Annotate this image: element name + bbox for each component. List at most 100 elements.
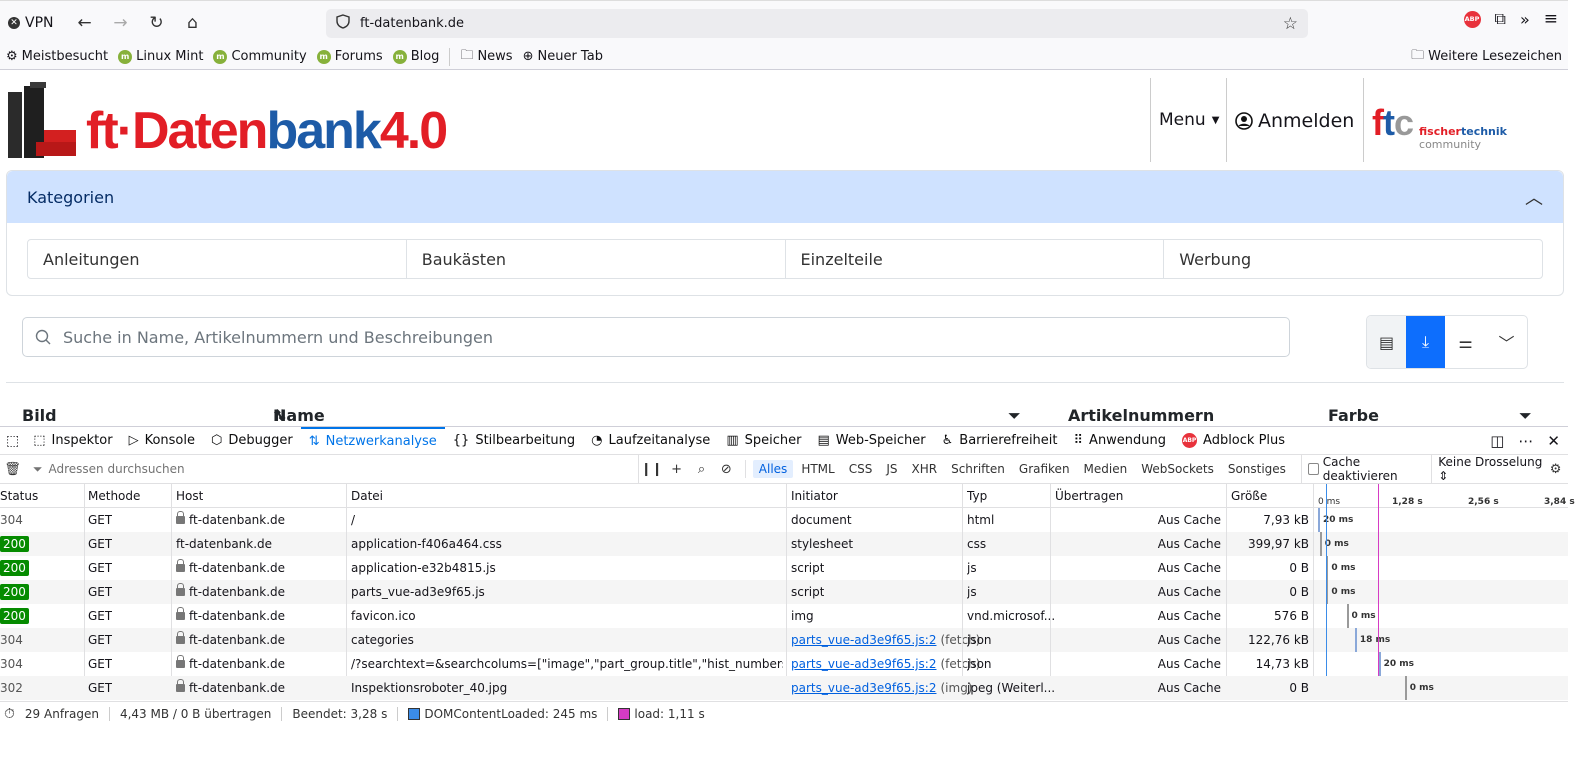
bookmark-linux-mint[interactable]: m Linux Mint: [118, 49, 203, 64]
sort-icon[interactable]: ⇅: [273, 406, 286, 425]
overflow-chevron-icon[interactable]: »: [1520, 10, 1530, 29]
lock-icon: [176, 559, 185, 572]
vpn-indicator[interactable]: ✕ VPN: [8, 15, 54, 31]
table-row[interactable]: 304 GET ft-datenbank.de / document html Aus Ca…: [0, 508, 1568, 532]
devtools-tab-anwendung[interactable]: ⠿ Anwendung: [1066, 427, 1175, 455]
throttle-select[interactable]: Keine Drosselung ⇕: [1431, 455, 1543, 483]
search-input[interactable]: Suche in Name, Artikelnummern und Beschr…: [22, 317, 1290, 357]
extensions-icon[interactable]: ⧉: [1495, 9, 1506, 29]
category-einzelteile[interactable]: Einzelteile: [786, 240, 1165, 278]
hamburger-menu-icon[interactable]: ≡: [1544, 9, 1558, 29]
element-picker-icon[interactable]: ⬚: [0, 433, 25, 449]
adblock-plus-icon[interactable]: ABP: [1463, 10, 1481, 28]
header-size[interactable]: Größe: [1231, 484, 1267, 508]
status-code: 200: [0, 608, 29, 624]
table-row[interactable]: 200 GET ft-datenbank.de application-f406a46…: [0, 532, 1568, 556]
bookmark-neuer-tab[interactable]: ⊕ Neuer Tab: [523, 49, 603, 64]
dock-side-icon[interactable]: ◫: [1490, 432, 1504, 450]
devtools-controls: ◫ ⋯ ✕: [1490, 432, 1568, 450]
expand-button[interactable]: ﹀: [1486, 316, 1527, 368]
filter-grafiken[interactable]: Grafiken: [1013, 460, 1076, 478]
devtools-tab-konsole[interactable]: ▷ Konsole: [121, 427, 203, 455]
url-text[interactable]: ft-datenbank.de: [360, 16, 464, 31]
filter-websockets[interactable]: WebSockets: [1135, 460, 1220, 478]
table-row[interactable]: 200 GET ft-datenbank.de parts_vue-ad3e9f65.…: [0, 580, 1568, 604]
shield-icon[interactable]: [336, 14, 350, 33]
filter-icon[interactable]: ⏷: [1008, 406, 1021, 426]
domcontentloaded-marker: [1326, 484, 1327, 676]
trash-icon[interactable]: 🗑: [0, 462, 25, 477]
devtools-tab-netzwerkanalyse[interactable]: ⇅ Netzwerkanalyse: [300, 426, 445, 455]
devtools-tab-barrierefreiheit[interactable]: ♿ Barrierefreiheit: [934, 427, 1066, 455]
menu-dropdown-button[interactable]: Menu ▼: [1159, 110, 1219, 130]
checkbox-icon[interactable]: [1307, 463, 1319, 475]
settings-sliders-button[interactable]: ⚌: [1445, 316, 1486, 368]
header-host[interactable]: Host: [176, 484, 203, 508]
header-transferred[interactable]: Übertragen: [1055, 484, 1123, 508]
url-bar[interactable]: ft-datenbank.de ☆: [326, 9, 1308, 38]
pause-icon[interactable]: ❙❙: [639, 462, 664, 477]
table-row[interactable]: 304 GET ft-datenbank.de /?searchtext=&searc…: [0, 652, 1568, 676]
bookmark-meistbesucht[interactable]: ⚙ Meistbesucht: [6, 49, 108, 64]
filter-html[interactable]: HTML: [795, 460, 840, 478]
table-row[interactable]: 304 GET ft-datenbank.de categories parts_vue…: [0, 628, 1568, 652]
url-filter-input[interactable]: ⏷ Adressen durchsuchen: [25, 455, 640, 483]
plus-icon[interactable]: +: [664, 462, 689, 477]
devtools-tab-adblock-plus[interactable]: ABP Adblock Plus: [1174, 427, 1293, 455]
devtools-tab-web-speicher[interactable]: ▤ Web-Speicher: [809, 427, 933, 455]
filter-js[interactable]: JS: [880, 460, 903, 478]
filter-medien[interactable]: Medien: [1078, 460, 1134, 478]
devtools-tab-inspektor[interactable]: ⬚ Inspektor: [25, 427, 120, 455]
header-method[interactable]: Methode: [88, 484, 140, 508]
header-initiator[interactable]: Initiator: [791, 484, 838, 508]
header-file[interactable]: Datei: [351, 484, 383, 508]
block-icon[interactable]: ⊘: [714, 462, 739, 477]
reload-icon[interactable]: ↻: [142, 8, 172, 38]
table-row[interactable]: 302 GET ft-datenbank.de Inspektionsroboter_…: [0, 676, 1568, 700]
bookmark-news[interactable]: 🗀 News: [460, 46, 512, 68]
home-icon[interactable]: ⌂: [178, 8, 208, 38]
type-cell: html: [967, 513, 995, 527]
site-logo[interactable]: ft·Datenbank4.0: [6, 82, 448, 160]
ftc-community-logo[interactable]: ftc fischertechnik community: [1372, 102, 1568, 151]
search-icon[interactable]: ⌕: [689, 462, 714, 477]
bookmark-other[interactable]: 🗀 Weitere Lesezeichen: [1411, 46, 1562, 68]
table-row[interactable]: 200 GET ft-datenbank.de favicon.ico img vnd.m…: [0, 604, 1568, 628]
filter-alles[interactable]: Alles: [752, 460, 794, 478]
devtools-tab-speicher[interactable]: ▥ Speicher: [718, 427, 809, 455]
disable-cache-checkbox[interactable]: Cache deaktivieren: [1300, 455, 1425, 483]
download-button[interactable]: ⤓: [1406, 316, 1445, 368]
filter-icon[interactable]: ⏷: [1519, 406, 1532, 426]
more-options-icon[interactable]: ⋯: [1518, 432, 1533, 450]
close-icon[interactable]: ✕: [1547, 432, 1560, 450]
categories-header[interactable]: Kategorien ︿: [7, 171, 1563, 223]
devtools-tab-laufzeitanalyse[interactable]: ◔ Laufzeitanalyse: [583, 427, 718, 455]
header-status[interactable]: Status: [0, 484, 38, 508]
chevron-up-icon[interactable]: ︿: [1525, 184, 1543, 210]
timer-icon: ⏱: [4, 705, 15, 722]
filter-schriften[interactable]: Schriften: [945, 460, 1011, 478]
gear-icon[interactable]: ⚙: [1543, 462, 1568, 477]
header-type[interactable]: Typ: [967, 484, 987, 508]
bookmark-community[interactable]: m Community: [213, 49, 307, 64]
logo-wordmark: ft·Datenbank4.0: [86, 102, 448, 160]
column-separator: [962, 484, 963, 676]
initiator-cell: script: [791, 561, 825, 575]
devtools-tab-debugger[interactable]: ⬡ Debugger: [203, 427, 301, 455]
category-baukaesten[interactable]: Baukästen: [407, 240, 786, 278]
category-anleitungen[interactable]: Anleitungen: [28, 240, 407, 278]
login-button[interactable]: Anmelden: [1235, 110, 1354, 132]
category-werbung[interactable]: Werbung: [1164, 240, 1542, 278]
list-view-button[interactable]: ▤: [1367, 316, 1406, 368]
bookmark-forums[interactable]: m Forums: [316, 49, 383, 64]
table-row[interactable]: 200 GET ft-datenbank.de application-e32b481…: [0, 556, 1568, 580]
bookmark-blog[interactable]: m Blog: [392, 49, 439, 64]
filter-css[interactable]: CSS: [843, 460, 879, 478]
devtools-tab-stilbearbeitung[interactable]: {} Stilbearbeitung: [445, 427, 583, 455]
forward-icon[interactable]: →: [106, 8, 136, 38]
filter-xhr[interactable]: XHR: [906, 460, 944, 478]
waterfall-time: 0 ms: [1331, 563, 1356, 573]
filter-sonstiges[interactable]: Sonstiges: [1222, 460, 1292, 478]
back-icon[interactable]: ←: [70, 8, 100, 38]
bookmark-star-icon[interactable]: ☆: [1283, 14, 1298, 34]
